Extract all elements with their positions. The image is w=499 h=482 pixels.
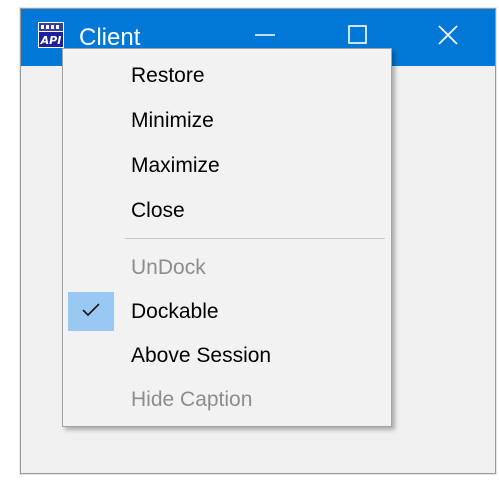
menu-item-label: Restore bbox=[131, 64, 205, 87]
menu-item-label: Hide Caption bbox=[131, 388, 253, 411]
menu-item-label: Minimize bbox=[131, 109, 214, 132]
menu-item-hide-caption: Hide Caption bbox=[66, 379, 388, 421]
check-highlight bbox=[68, 292, 114, 331]
menu-item-above-session[interactable]: Above Session bbox=[66, 335, 388, 377]
close-icon bbox=[437, 24, 459, 51]
checkmark-icon bbox=[81, 291, 101, 333]
api-app-icon[interactable]: API bbox=[38, 22, 64, 48]
system-menu: Restore Minimize Maximize Close UnDock D… bbox=[62, 48, 392, 427]
menu-item-label: Close bbox=[131, 199, 185, 222]
menu-item-label: Maximize bbox=[131, 154, 220, 177]
menu-item-label: Above Session bbox=[131, 344, 272, 367]
close-button[interactable] bbox=[413, 9, 483, 66]
menu-item-minimize[interactable]: Minimize bbox=[66, 100, 388, 142]
menu-item-dockable[interactable]: Dockable bbox=[66, 291, 388, 333]
menu-separator bbox=[125, 238, 385, 239]
maximize-icon bbox=[347, 24, 369, 51]
menu-item-close[interactable]: Close bbox=[66, 190, 388, 232]
menu-item-maximize[interactable]: Maximize bbox=[66, 145, 388, 187]
menu-item-restore[interactable]: Restore bbox=[66, 55, 388, 97]
svg-text:API: API bbox=[40, 34, 62, 47]
menu-item-label: UnDock bbox=[131, 256, 206, 279]
minimize-icon bbox=[254, 24, 276, 51]
menu-item-label: Dockable bbox=[131, 300, 219, 323]
menu-item-undock: UnDock bbox=[66, 247, 388, 289]
